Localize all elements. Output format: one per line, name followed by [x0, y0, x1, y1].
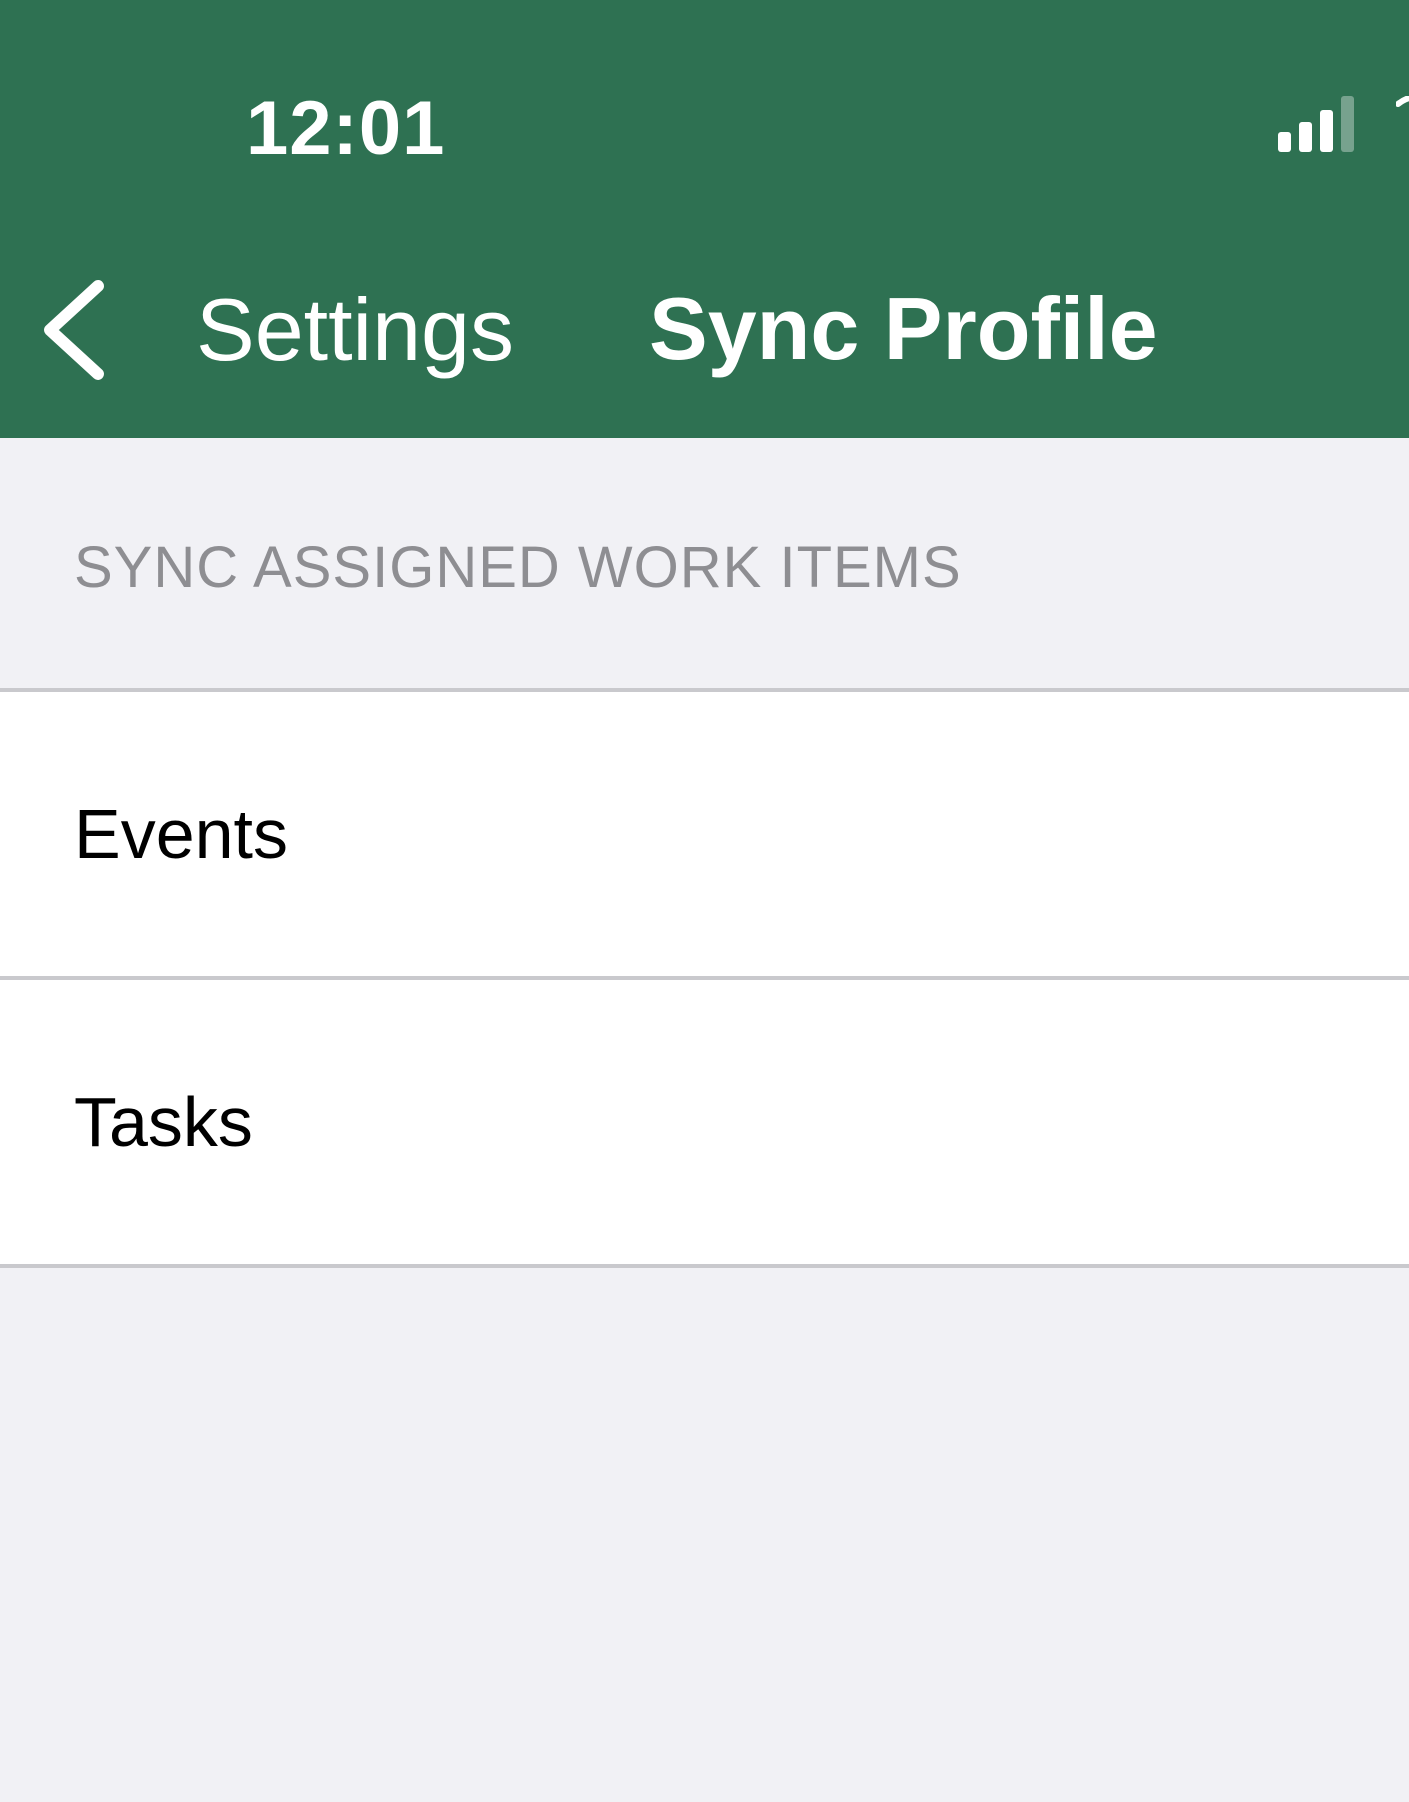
list-item-tasks[interactable]: Tasks	[0, 980, 1409, 1268]
page-title: Sync Profile	[649, 279, 1158, 378]
header-bar: 12:01 Settings Sync Profile	[0, 0, 1409, 438]
list-item-label: Tasks	[74, 1083, 253, 1161]
sync-profile-screen: 12:01 Settings Sync Profile SYNC ASSIGNE…	[0, 0, 1409, 1802]
status-time: 12:01	[246, 86, 446, 171]
chevron-left-icon	[44, 280, 104, 380]
list-item-label: Events	[74, 795, 288, 873]
section-header: SYNC ASSIGNED WORK ITEMS	[74, 535, 962, 600]
back-button[interactable]: Settings	[38, 270, 514, 390]
back-button-label: Settings	[196, 280, 514, 379]
list-item-events[interactable]: Events	[0, 692, 1409, 980]
cellular-signal-icon	[1278, 96, 1354, 152]
wifi-icon	[1396, 96, 1409, 107]
work-items-list: Events Tasks	[0, 688, 1409, 1268]
